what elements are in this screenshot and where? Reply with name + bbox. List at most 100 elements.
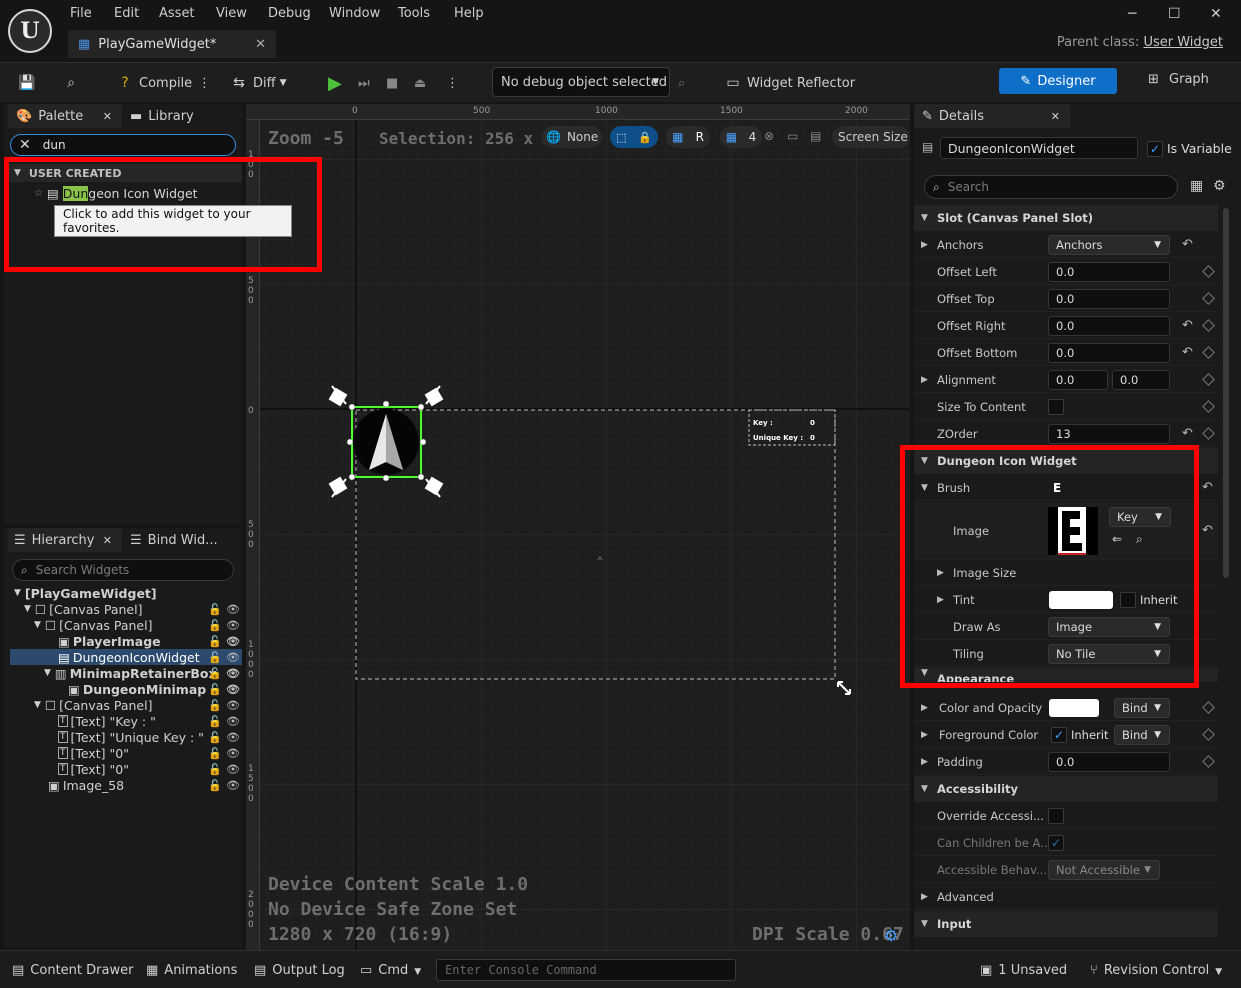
details-search-input[interactable]: ⌕ Search: [924, 175, 1178, 199]
minimize-icon[interactable]: ─: [1128, 6, 1136, 22]
lock-icon[interactable]: 🔓: [208, 603, 222, 616]
menu-window[interactable]: Window: [329, 6, 380, 21]
close-tab-icon[interactable]: ✕: [1051, 110, 1060, 123]
tab-bind-widgets[interactable]: ☰ Bind Wid...: [126, 528, 218, 552]
lock-icon[interactable]: 🔓: [208, 715, 222, 728]
section-input[interactable]: ▼ Input: [914, 911, 1218, 937]
tree-row-selected[interactable]: ▤ DungeonIconWidget 🔓 👁: [10, 649, 242, 665]
eye-icon[interactable]: 👁: [226, 651, 240, 664]
save-button[interactable]: 💾: [18, 72, 41, 94]
keyframe-diamond-icon[interactable]: [1202, 292, 1215, 305]
color-opacity-swatch[interactable]: [1049, 699, 1099, 717]
offset-right-input[interactable]: 0.0: [1048, 315, 1170, 336]
clear-search-icon[interactable]: ✕: [19, 137, 31, 153]
menu-debug[interactable]: Debug: [268, 6, 311, 21]
color-opacity-bind-dropdown[interactable]: Bind ▼: [1114, 697, 1170, 718]
tree-row[interactable]: ▼ ☐ [Canvas Panel] 🔓 👁: [14, 617, 244, 633]
lock-icon[interactable]: 🔓: [208, 779, 222, 792]
browse-button[interactable]: ⌕: [62, 72, 85, 94]
zorder-input[interactable]: 13: [1048, 423, 1170, 444]
play-button[interactable]: ▶: [328, 72, 342, 94]
tree-row[interactable]: ▼ [PlayGameWidget]: [14, 585, 244, 601]
tree-row[interactable]: ▼ ☐ [Canvas Panel] 🔓 👁: [14, 697, 244, 713]
eye-icon[interactable]: 👁: [226, 747, 240, 760]
table-view-icon[interactable]: ▦: [1190, 178, 1203, 194]
designer-mode-button[interactable]: ✎ Designer: [999, 68, 1117, 94]
collapsed-icon[interactable]: ▶: [921, 757, 928, 767]
padding-input[interactable]: 0.0: [1048, 751, 1170, 772]
hierarchy-search-input[interactable]: ⌕ Search Widgets: [12, 559, 234, 581]
stop-button[interactable]: ■: [386, 72, 398, 94]
keyframe-diamond-icon[interactable]: [1202, 728, 1215, 741]
play-options-button[interactable]: ⋮: [446, 72, 459, 94]
details-scrollbar[interactable]: [1223, 208, 1229, 578]
tab-palette[interactable]: 🎨 Palette ✕: [8, 104, 122, 128]
tree-row[interactable]: ▼ ▥ MinimapRetainerBox 🔓 👁: [14, 665, 244, 681]
offset-top-input[interactable]: 0.0: [1048, 288, 1170, 309]
tree-row[interactable]: ▣ DungeonMinimapIma 🔓 👁: [14, 681, 244, 697]
keyframe-diamond-icon[interactable]: [1202, 400, 1215, 413]
lock-icon[interactable]: 🔓: [208, 667, 222, 680]
tree-row[interactable]: T [Text] "Unique Key : " 🔓 👁: [14, 729, 244, 745]
reset-arrow-icon[interactable]: ↶: [1202, 480, 1213, 495]
eye-icon[interactable]: 👁: [226, 715, 240, 728]
lock-icon[interactable]: 🔓: [208, 731, 222, 744]
eye-icon[interactable]: 👁: [226, 603, 240, 616]
collapsed-icon[interactable]: ▶: [921, 240, 928, 250]
content-drawer-button[interactable]: ▤ Content Drawer: [12, 963, 133, 978]
dpi-settings-gear-icon[interactable]: ⚙: [884, 926, 898, 945]
reset-arrow-icon[interactable]: ↶: [1182, 318, 1193, 333]
lock-icon[interactable]: 🔓: [208, 699, 222, 712]
menu-help[interactable]: Help: [454, 6, 484, 21]
lock-icon[interactable]: 🔓: [208, 635, 222, 648]
grid-snap-toggle[interactable]: ▦ 4: [720, 126, 762, 148]
image-toggle-icon[interactable]: ▭: [787, 129, 798, 143]
respect-locks-toggle[interactable]: ▦ R: [666, 126, 710, 148]
widget-toggle-icon[interactable]: ▤: [810, 129, 821, 143]
keyframe-diamond-icon[interactable]: [1202, 265, 1215, 278]
animations-button[interactable]: ▦ Animations: [146, 963, 237, 978]
eye-icon[interactable]: 👁: [226, 667, 240, 680]
size-to-content-checkbox[interactable]: [1048, 398, 1064, 415]
palette-search-input[interactable]: ✕ dun: [10, 134, 236, 156]
keyframe-diamond-icon[interactable]: [1202, 701, 1215, 714]
eye-icon[interactable]: 👁: [226, 779, 240, 792]
eye-icon[interactable]: 👁: [226, 699, 240, 712]
localization-preview-button[interactable]: 🌐 None: [542, 126, 602, 148]
reset-arrow-icon[interactable]: ↶: [1182, 426, 1193, 441]
maximize-icon[interactable]: ☐: [1168, 6, 1181, 22]
eye-icon[interactable]: 👁: [226, 731, 240, 744]
offset-left-input[interactable]: 0.0: [1048, 261, 1170, 282]
console-command-input[interactable]: Enter Console Command: [436, 959, 736, 981]
keyframe-diamond-icon[interactable]: [1202, 319, 1215, 332]
tree-row[interactable]: ▼ ☐ [Canvas Panel] 🔓 👁: [14, 601, 244, 617]
unsaved-button[interactable]: ▣ 1 Unsaved: [980, 963, 1067, 978]
graph-mode-button[interactable]: ⊞ Graph: [1148, 72, 1209, 87]
foreground-inherit-checkbox[interactable]: ✓: [1051, 727, 1067, 743]
offset-bottom-input[interactable]: 0.0: [1048, 342, 1170, 363]
unreal-logo-icon[interactable]: U: [8, 9, 52, 53]
close-tab-icon[interactable]: ✕: [103, 534, 112, 547]
keyframe-diamond-icon[interactable]: [1202, 427, 1215, 440]
output-log-button[interactable]: ▤ Output Log: [254, 963, 345, 978]
widget-reflector-button[interactable]: ▭ Widget Reflector: [724, 72, 855, 94]
step-button[interactable]: ⏭: [358, 72, 370, 94]
section-accessibility[interactable]: ▼ Accessibility: [914, 776, 1218, 802]
screen-size-button[interactable]: Screen Size: [832, 126, 910, 148]
tab-hierarchy[interactable]: ☰ Hierarchy ✕: [8, 528, 122, 552]
eye-icon[interactable]: 👁: [226, 683, 240, 696]
lock-icon[interactable]: 🔓: [208, 683, 222, 696]
outline-lock-toggle[interactable]: ⬚ 🔒: [610, 126, 658, 148]
override-accessible-checkbox[interactable]: [1048, 807, 1064, 824]
menu-edit[interactable]: Edit: [114, 6, 139, 21]
tab-details[interactable]: ✎ Details ✕: [914, 104, 1070, 128]
keyframe-diamond-icon[interactable]: [1202, 755, 1215, 768]
tree-row[interactable]: T [Text] "0" 🔓 👁: [14, 761, 244, 777]
reset-arrow-icon[interactable]: ↶: [1202, 523, 1213, 538]
keyframe-diamond-icon[interactable]: [1202, 373, 1215, 386]
menu-file[interactable]: File: [70, 6, 92, 21]
collapsed-icon[interactable]: ▶: [921, 703, 928, 713]
close-window-icon[interactable]: ✕: [1210, 6, 1222, 22]
settings-gear-icon[interactable]: ⚙: [1213, 178, 1226, 194]
tab-library[interactable]: ▬ Library: [126, 104, 194, 128]
